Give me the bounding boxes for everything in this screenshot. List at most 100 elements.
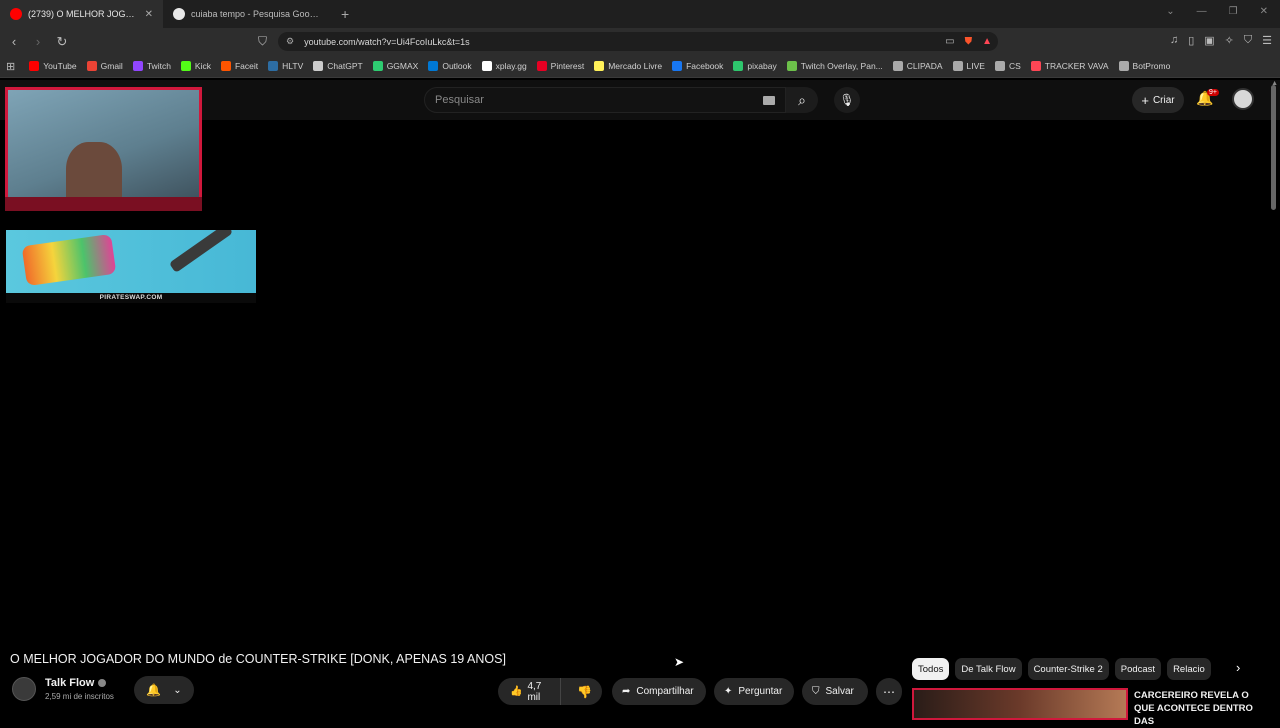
bookmark-label: CLIPADA — [906, 61, 943, 71]
chevron-down-icon: ⌄ — [173, 684, 182, 696]
filter-chip[interactable]: Todos — [912, 658, 950, 680]
bookmark-favicon-icon — [1118, 61, 1129, 71]
filter-chip[interactable]: Podcast — [1114, 658, 1162, 680]
like-dislike-group: 👍 4,7 mil 👎 — [498, 678, 602, 705]
bookmark-label: Pinterest — [550, 61, 585, 71]
more-actions-button[interactable]: ⋯ — [876, 678, 902, 705]
bookmark-item[interactable]: Twitch — [132, 61, 171, 71]
bookmark-item[interactable]: xplay.gg — [481, 61, 527, 71]
cast-icon[interactable]: ▭ — [945, 36, 954, 47]
voice-search-button[interactable]: 🎙 — [834, 87, 860, 113]
bookmark-item[interactable]: GGMAX — [372, 61, 418, 71]
url-field[interactable]: ⚙ youtube.com/watch?v=Ui4FcoIuLkc&t=1s ▭… — [278, 32, 998, 51]
minimize-icon[interactable]: — — [1197, 6, 1207, 17]
music-icon[interactable]: ♫ — [1170, 34, 1178, 47]
bookmark-favicon-icon — [892, 61, 903, 71]
subscriber-count: 2,59 mi de inscritos — [45, 692, 114, 701]
bookmark-item[interactable]: Outlook — [428, 61, 472, 71]
account-avatar[interactable] — [1232, 88, 1254, 110]
leo-icon[interactable]: ✧ — [1225, 34, 1234, 47]
channel-name[interactable]: Talk Flow — [45, 677, 94, 689]
thumbs-down-icon: 👎 — [577, 684, 592, 699]
share-button[interactable]: ➦ Compartilhar — [612, 678, 706, 705]
browser-tab-bar: (2739) O MELHOR JOGADOR DO ✕ cuiaba temp… — [0, 0, 1280, 28]
bookmark-item[interactable]: Faceit — [220, 61, 259, 71]
bookmark-favicon-icon — [594, 61, 605, 71]
bookmark-item[interactable]: Mercado Livre — [594, 61, 662, 71]
new-tab-icon[interactable]: + — [341, 6, 349, 22]
save-label: Salvar — [825, 686, 854, 697]
brave-shield-icon[interactable]: ⛊ — [965, 36, 973, 47]
dislike-button[interactable]: 👎 — [567, 685, 602, 699]
bookmark-item[interactable]: Gmail — [86, 61, 123, 71]
bookmark-item[interactable]: Twitch Overlay, Pan... — [786, 61, 883, 71]
bookmark-item[interactable]: YouTube — [29, 61, 77, 71]
filter-chip[interactable]: Relacio — [1167, 658, 1211, 680]
tab-youtube[interactable]: (2739) O MELHOR JOGADOR DO ✕ — [0, 0, 163, 28]
bookmark-label: TRACKER VAVA — [1044, 61, 1109, 71]
save-button[interactable]: ⛉ Salvar — [802, 678, 868, 705]
bookmark-label: pixabay — [747, 61, 777, 71]
channel-avatar[interactable] — [12, 677, 36, 701]
microphone-icon: 🎙 — [839, 93, 855, 107]
bookmark-item[interactable]: BotPromo — [1118, 61, 1170, 71]
bookmark-item[interactable]: Facebook — [672, 61, 723, 71]
recommendation-title[interactable]: CARCEREIRO REVELA O QUE ACONTECE DENTRO … — [1134, 689, 1264, 728]
back-icon[interactable]: ‹ — [4, 34, 24, 49]
google-favicon-icon — [173, 8, 185, 20]
bookmark-item[interactable]: TRACKER VAVA — [1030, 61, 1109, 71]
ask-button[interactable]: ✦ Perguntar — [714, 678, 794, 705]
recommendation-thumbnail[interactable] — [912, 688, 1128, 720]
bookmark-item[interactable]: CLIPADA — [892, 61, 943, 71]
bookmark-favicon-icon — [733, 61, 744, 71]
bookmark-item[interactable]: HLTV — [268, 61, 303, 71]
bookmark-item[interactable]: Kick — [180, 61, 211, 71]
bookmark-item[interactable]: LIVE — [952, 61, 985, 71]
close-icon[interactable]: ✕ — [145, 9, 153, 20]
bookmark-favicon-icon — [220, 61, 231, 71]
pistol-skin-image — [21, 233, 117, 287]
bookmark-label: ChatGPT — [327, 61, 363, 71]
maximize-icon[interactable]: ❐ — [1229, 6, 1238, 17]
bookmark-label: Outlook — [442, 61, 472, 71]
bookmark-item[interactable]: pixabay — [733, 61, 777, 71]
channel-name-row[interactable]: Talk Flow — [45, 677, 107, 689]
filter-chip[interactable]: Counter-Strike 2 — [1027, 658, 1109, 680]
bookmark-item[interactable]: CS — [994, 61, 1021, 71]
vpn-icon[interactable]: ⛉ — [1244, 34, 1252, 47]
sidebar-icon[interactable]: ▯ — [1188, 34, 1194, 47]
bookmark-label: Mercado Livre — [608, 61, 663, 71]
bookmark-label: Kick — [194, 61, 211, 71]
rewards-icon[interactable]: ▲ — [982, 36, 992, 47]
webcam-frame-bar — [5, 197, 202, 211]
menu-icon[interactable]: ☰ — [1262, 34, 1272, 47]
bookmark-item[interactable]: Pinterest — [536, 61, 585, 71]
bookmark-favicon-icon — [372, 61, 383, 71]
wallet-icon[interactable]: ▣ — [1204, 34, 1214, 47]
bookmark-item[interactable]: ChatGPT — [313, 61, 363, 71]
sponsor-label: PIRATESWAP.COM — [6, 293, 256, 303]
search-input[interactable]: Pesquisar — [424, 87, 786, 113]
mouse-cursor-icon: ➤ — [674, 655, 685, 669]
chevron-down-icon[interactable]: ⌄ — [1166, 6, 1174, 17]
close-window-icon[interactable]: ✕ — [1260, 6, 1268, 17]
subscription-bell-button[interactable]: 🔔 ⌄ — [134, 676, 194, 704]
tab-google[interactable]: cuiaba tempo - Pesquisa Google — [163, 0, 331, 28]
reload-icon[interactable]: ↻ — [52, 34, 72, 50]
search-button[interactable]: ⌕ — [786, 87, 818, 113]
bookmark-page-icon[interactable]: ⛉ — [258, 34, 267, 49]
create-button[interactable]: + Criar — [1132, 87, 1184, 113]
site-info-icon[interactable]: ⚙ — [286, 36, 294, 47]
thumbs-up-icon: 👍 — [510, 686, 523, 697]
page-scrollbar[interactable] — [1271, 85, 1276, 210]
url-text: youtube.com/watch?v=Ui4FcoIuLkc&t=1s — [304, 36, 470, 47]
sparkle-icon: ✦ — [724, 686, 733, 697]
chevron-right-icon[interactable]: › — [1236, 660, 1240, 675]
like-button[interactable]: 👍 4,7 mil — [498, 678, 562, 705]
filter-chip[interactable]: De Talk Flow — [955, 658, 1022, 680]
apps-grid-icon[interactable]: ⊞ — [6, 60, 15, 73]
bookmark-label: Faceit — [234, 61, 259, 71]
keyboard-icon[interactable] — [763, 96, 775, 105]
bookmark-favicon-icon — [313, 61, 324, 71]
forward-icon[interactable]: › — [28, 34, 48, 49]
